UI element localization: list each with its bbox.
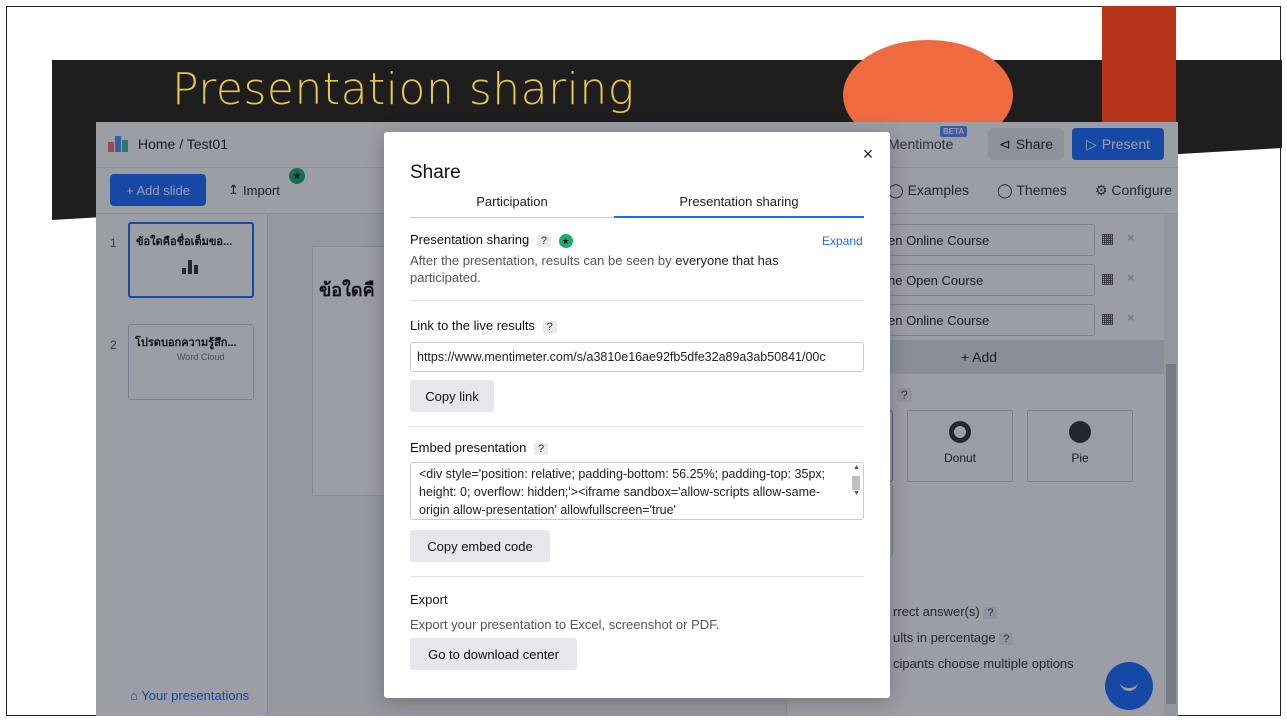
export-description: Export your presentation to Excel, scree… — [410, 617, 720, 632]
presentation-sharing-heading: Presentation sharing ? ★ — [410, 232, 573, 248]
desc-text: After the presentation, results can be s… — [410, 253, 676, 268]
scroll-up-icon[interactable]: ▲ — [853, 464, 860, 471]
divider — [410, 576, 864, 577]
copy-link-button[interactable]: Copy link — [410, 380, 494, 412]
divider — [410, 300, 864, 301]
live-results-url-field[interactable]: https://www.mentimeter.com/s/a3810e16ae9… — [410, 342, 864, 372]
tab-presentation-sharing[interactable]: Presentation sharing — [614, 188, 864, 218]
section-heading-text: Link to the live results — [410, 318, 536, 333]
desc-text-cont: participated. — [410, 270, 481, 285]
section-heading-text: Presentation sharing — [410, 232, 530, 247]
close-icon[interactable]: × — [858, 144, 878, 164]
share-tabs: Participation Presentation sharing — [410, 188, 864, 218]
download-center-button[interactable]: Go to download center — [410, 638, 577, 670]
star-badge-icon: ★ — [558, 233, 573, 248]
desc-emphasis: everyone that has — [675, 253, 779, 268]
embed-scrollbar[interactable]: ▲ ▼ — [850, 464, 862, 518]
scrollbar-thumb[interactable] — [852, 476, 860, 490]
export-heading: Export — [410, 592, 448, 607]
tab-participation[interactable]: Participation — [410, 188, 614, 218]
help-badge[interactable]: ? — [542, 320, 557, 333]
slide-title: Presentation sharing — [172, 64, 635, 115]
divider — [410, 426, 864, 427]
help-badge[interactable]: ? — [533, 442, 549, 455]
embed-heading: Embed presentation ? — [410, 440, 549, 455]
share-modal: × Share Participation Presentation shari… — [384, 132, 890, 698]
expand-link[interactable]: Expand — [822, 234, 863, 248]
scroll-down-icon[interactable]: ▼ — [853, 490, 860, 497]
help-badge[interactable]: ? — [536, 234, 551, 247]
embed-code-textarea[interactable]: <div style='position: relative; padding-… — [410, 462, 864, 520]
live-results-heading: Link to the live results ? — [410, 318, 557, 333]
copy-embed-code-button[interactable]: Copy embed code — [410, 530, 550, 562]
section-heading-text: Embed presentation — [410, 440, 527, 455]
presentation-sharing-description: After the presentation, results can be s… — [410, 252, 810, 286]
modal-title: Share — [410, 162, 461, 183]
